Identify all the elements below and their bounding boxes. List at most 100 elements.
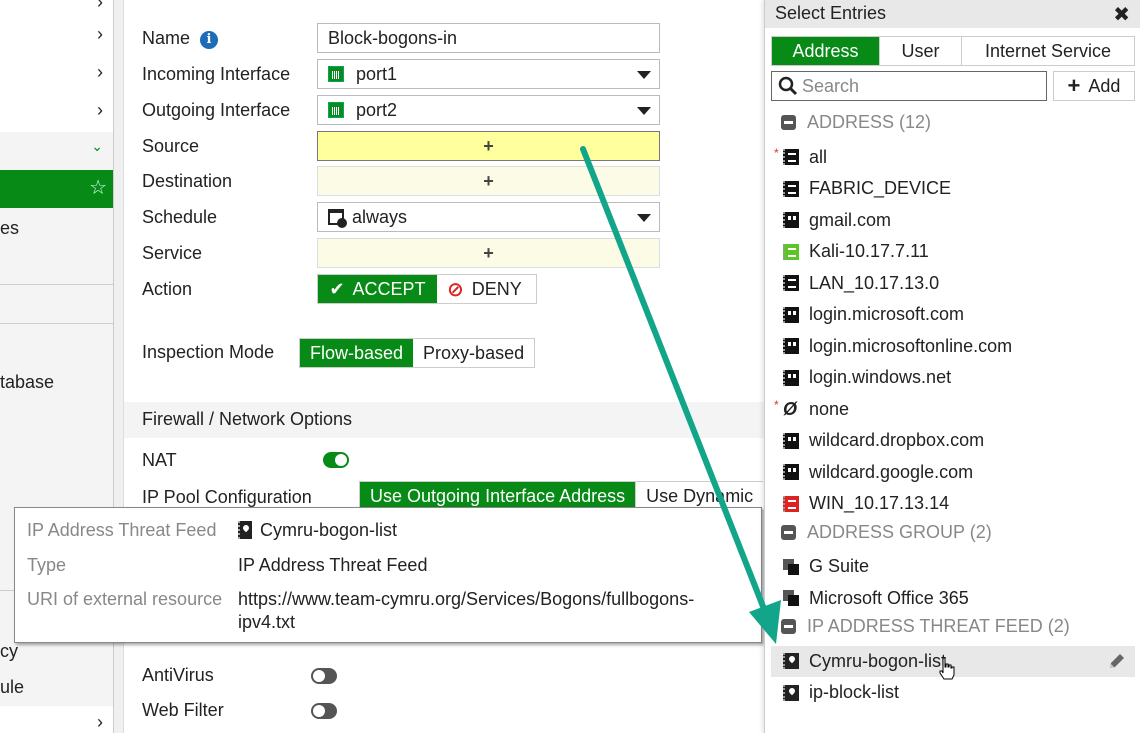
tooltip-value-continued: ipv4.txt <box>238 612 296 632</box>
sidebar-item-label[interactable]: tabase <box>0 372 54 393</box>
toggle-knob <box>313 670 325 682</box>
info-icon[interactable]: i <box>200 31 219 49</box>
port-icon <box>328 102 344 118</box>
fqdn-icon <box>783 432 799 449</box>
collapse-icon[interactable] <box>781 619 796 634</box>
collapse-icon[interactable] <box>781 115 796 130</box>
list-item[interactable]: gmail.com <box>771 205 1135 236</box>
group-title: IP ADDRESS THREAT FEED (2) <box>807 616 1070 636</box>
chevron-right-icon[interactable]: › <box>97 24 103 45</box>
list-item[interactable]: login.microsoftonline.com <box>771 331 1135 362</box>
action-toggle-group: ✔ ACCEPT ⊘ DENY <box>317 274 537 304</box>
incoming-interface-label: Incoming Interface <box>142 64 291 84</box>
list-item-label: WIN_10.17.13.14 <box>809 493 950 513</box>
web-filter-label: Web Filter <box>142 700 224 720</box>
list-item[interactable]: * all <box>771 142 1135 173</box>
use-dynamic-ip-pool-button[interactable]: Use Dynamic <box>635 482 763 510</box>
threat-feed-icon <box>238 521 252 539</box>
accept-label: ACCEPT <box>352 278 426 299</box>
ip-pool-label: IP Pool Configuration <box>142 487 312 507</box>
service-field[interactable]: + <box>317 238 660 268</box>
star-icon[interactable]: ☆ <box>89 175 107 200</box>
group-header[interactable]: ADDRESS (12) <box>781 112 931 133</box>
caret-down-icon <box>637 107 651 115</box>
list-item[interactable]: wildcard.google.com <box>771 457 1135 488</box>
list-item-label: login.microsoftonline.com <box>809 335 1013 356</box>
fqdn-icon <box>783 306 799 323</box>
list-item[interactable]: Kali-10.17.7.11 <box>771 236 1135 267</box>
tooltip-value: IP Address Threat Feed <box>238 555 428 575</box>
section-header[interactable]: Firewall / Network Options <box>124 402 764 438</box>
group-title: ADDRESS GROUP (2) <box>807 521 992 542</box>
search-box[interactable] <box>771 71 1047 101</box>
list-item[interactable]: Microsoft Office 365 <box>771 583 1135 614</box>
list-item[interactable]: ip-block-list <box>771 677 1135 708</box>
name-input[interactable]: Block-bogons-in <box>317 23 660 53</box>
list-item[interactable]: wildcard.dropbox.com <box>771 425 1135 456</box>
list-item-label: login.windows.net <box>809 367 952 387</box>
list-item[interactable]: LAN_10.17.13.0 <box>771 268 1135 299</box>
list-item[interactable]: G Suite <box>771 551 1135 582</box>
hand-cursor-icon <box>939 657 955 680</box>
address-icon <box>783 275 799 291</box>
tooltip-value: https://www.team-cymru.org/Services/Bogo… <box>238 589 695 609</box>
chevron-right-icon[interactable]: › <box>97 712 103 733</box>
tooltip-value-text: Cymru-bogon-list <box>260 520 398 540</box>
add-button[interactable]: + Add <box>1053 71 1135 101</box>
plus-icon: + <box>1067 73 1081 98</box>
check-icon: ✔ <box>329 278 345 299</box>
search-input[interactable] <box>802 75 1042 97</box>
address-icon <box>783 149 799 165</box>
tab-address[interactable]: Address <box>772 37 880 65</box>
group-header[interactable]: ADDRESS GROUP (2) <box>781 522 992 543</box>
tab-user[interactable]: User <box>880 37 962 65</box>
collapse-icon[interactable] <box>781 524 796 540</box>
use-outgoing-interface-button[interactable]: Use Outgoing Interface Address <box>360 482 636 510</box>
list-item[interactable]: login.windows.net <box>771 362 1135 393</box>
divider <box>0 323 113 324</box>
deny-label: DENY <box>471 278 522 299</box>
list-item[interactable]: login.microsoft.com <box>771 299 1135 330</box>
edit-pencil-icon[interactable] <box>1107 651 1127 671</box>
tooltip-value: Cymru-bogon-list <box>238 520 397 541</box>
flow-based-button[interactable]: Flow-based <box>300 339 414 367</box>
sidebar-item-label[interactable]: ule <box>0 677 24 698</box>
chevron-right-icon[interactable]: › <box>97 0 103 13</box>
list-item-label: Microsoft Office 365 <box>809 587 969 608</box>
chevron-down-icon[interactable]: ⌄ <box>91 138 103 155</box>
nat-toggle[interactable] <box>323 452 349 468</box>
deny-button[interactable]: ⊘ DENY <box>437 275 536 303</box>
plus-icon: + <box>483 170 494 191</box>
fqdn-icon <box>783 338 799 354</box>
source-field[interactable]: + <box>317 131 660 161</box>
search-icon <box>778 76 798 96</box>
outgoing-interface-select[interactable]: port2 <box>317 95 660 125</box>
destination-field[interactable]: + <box>317 166 660 196</box>
threat-feed-icon <box>783 684 799 701</box>
list-item-label: Cymru-bogon-list <box>809 650 947 671</box>
list-item[interactable]: WIN_10.17.13.14 <box>771 488 1135 519</box>
schedule-select[interactable]: always <box>317 202 660 232</box>
group-header[interactable]: IP ADDRESS THREAT FEED (2) <box>781 616 1070 637</box>
list-item[interactable]: * Ønone <box>771 394 1135 425</box>
web-filter-toggle[interactable] <box>311 703 337 719</box>
list-item-label: G Suite <box>809 556 870 576</box>
proxy-based-button[interactable]: Proxy-based <box>413 339 534 367</box>
address-icon <box>783 243 799 260</box>
list-item-label: none <box>809 398 850 419</box>
close-icon[interactable]: ✖ <box>1113 2 1130 27</box>
sidebar-item-label[interactable]: cy <box>0 641 18 662</box>
tab-internet-service[interactable]: Internet Service <box>962 37 1134 65</box>
sidebar-item-label[interactable]: es <box>0 218 19 239</box>
antivirus-toggle[interactable] <box>311 668 337 684</box>
port-icon <box>328 66 344 82</box>
address-icon <box>783 180 799 197</box>
chevron-right-icon[interactable]: › <box>97 100 103 121</box>
caret-down-icon <box>637 214 651 222</box>
list-item[interactable]: FABRIC_DEVICE <box>771 173 1135 204</box>
incoming-interface-select[interactable]: port1 <box>317 59 660 89</box>
chevron-right-icon[interactable]: › <box>97 62 103 83</box>
accept-button[interactable]: ✔ ACCEPT <box>318 275 437 303</box>
tooltip-key: URI of external resource <box>27 589 223 609</box>
fqdn-icon <box>783 369 799 386</box>
